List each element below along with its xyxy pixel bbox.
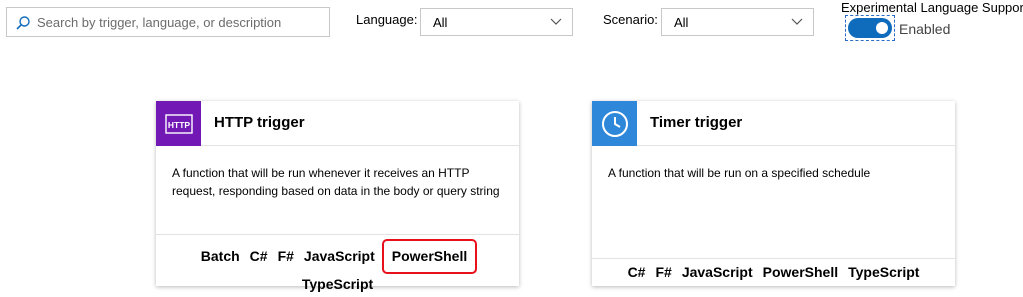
language-selected-value: All	[433, 15, 448, 30]
toggle-knob	[876, 22, 888, 34]
experimental-language-toggle[interactable]	[845, 15, 895, 41]
language-select[interactable]: All	[420, 8, 573, 36]
language-batch[interactable]: Batch	[201, 246, 240, 267]
language-javascript[interactable]: JavaScript	[304, 246, 375, 267]
card-header: Timer trigger	[592, 101, 955, 146]
language-typescript[interactable]: TypeScript	[848, 262, 919, 283]
language-label: Language:	[356, 12, 418, 27]
clock-icon	[592, 101, 637, 146]
language-csharp[interactable]: C#	[250, 246, 268, 267]
search-input[interactable]	[37, 8, 325, 36]
language-list: C# F# JavaScript PowerShell TypeScript	[592, 258, 955, 286]
card-description: A function that will be run on a specifi…	[608, 166, 871, 180]
language-csharp[interactable]: C#	[628, 262, 646, 283]
scenario-label: Scenario:	[603, 12, 658, 27]
language-powershell[interactable]: PowerShell	[763, 262, 838, 283]
scenario-selected-value: All	[674, 15, 689, 30]
language-list: Batch C# F# JavaScript PowerShell TypeScript	[156, 234, 519, 292]
toggle-track	[848, 18, 892, 38]
scenario-select[interactable]: All	[661, 8, 814, 36]
http-icon: HTTP	[156, 101, 201, 146]
chevron-down-icon	[791, 18, 803, 25]
language-javascript[interactable]: JavaScript	[682, 262, 753, 283]
toggle-state-text: Enabled	[899, 21, 951, 37]
language-typescript[interactable]: TypeScript	[302, 274, 373, 295]
template-card-http-trigger[interactable]: HTTP HTTP trigger A function that will b…	[156, 101, 519, 292]
card-header: HTTP HTTP trigger	[156, 101, 519, 146]
language-fsharp[interactable]: F#	[655, 262, 671, 283]
card-description: A function that will be run whenever it …	[172, 166, 500, 198]
card-title: HTTP trigger	[214, 114, 305, 131]
search-icon	[16, 16, 30, 30]
search-box[interactable]	[6, 7, 330, 37]
language-fsharp[interactable]: F#	[278, 246, 294, 267]
card-title: Timer trigger	[650, 114, 743, 131]
http-icon-text: HTTP	[167, 120, 190, 130]
experimental-language-label: Experimental Language Support:	[841, 0, 1023, 15]
template-card-timer-trigger[interactable]: Timer trigger A function that will be ru…	[592, 101, 955, 286]
language-powershell-highlighted[interactable]: PowerShell	[381, 239, 478, 274]
chevron-down-icon	[550, 18, 562, 25]
